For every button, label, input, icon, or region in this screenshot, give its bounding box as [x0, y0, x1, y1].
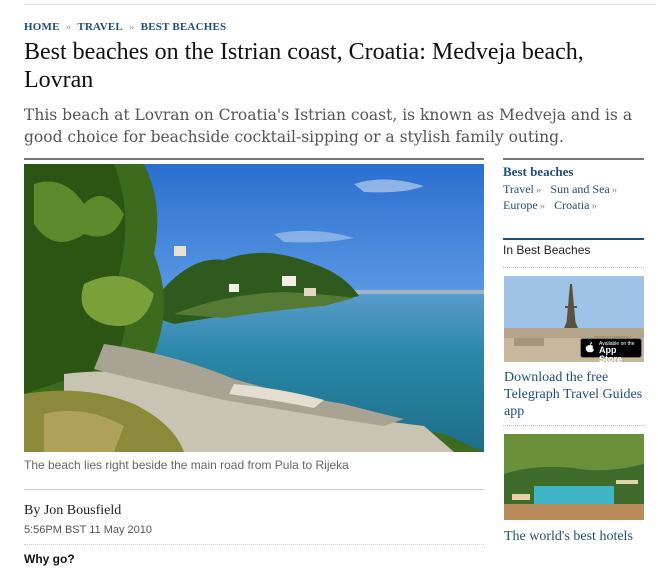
- breadcrumb-home[interactable]: HOME: [24, 21, 60, 33]
- badge-large-text: App Store: [599, 345, 623, 363]
- promo-image-hotels[interactable]: [504, 434, 644, 520]
- date-divider: [24, 544, 484, 545]
- tag-europe[interactable]: Europe»: [503, 198, 545, 212]
- sidebar-divider: [503, 158, 644, 160]
- tag-label: Europe: [503, 198, 538, 212]
- promo-link-hotels[interactable]: The world's best hotels: [504, 528, 644, 545]
- hero-image[interactable]: [24, 164, 484, 452]
- chevron-right-icon: »: [539, 200, 546, 212]
- image-caption: The beach lies right beside the main roa…: [24, 458, 349, 472]
- caption-divider: [24, 489, 484, 490]
- tag-croatia[interactable]: Croatia»: [554, 198, 597, 212]
- chevron-right-icon: »: [611, 184, 618, 196]
- standfirst: This beach at Lovran on Croatia's Istria…: [24, 106, 633, 146]
- sidebar-dotted-divider: [503, 267, 644, 268]
- article-divider: [24, 158, 484, 160]
- tag-list: Travel» Sun and Sea» Europe» Croatia»: [503, 182, 653, 214]
- breadcrumb: HOME » TRAVEL » BEST BEACHES: [24, 21, 226, 33]
- top-divider: [24, 4, 656, 5]
- page-title: Best beaches on the Istrian coast, Croat…: [24, 39, 584, 93]
- tag-travel[interactable]: Travel»: [503, 182, 541, 196]
- timestamp: 5:56PM BST 11 May 2010: [24, 524, 152, 536]
- tag-label: Sun and Sea: [550, 182, 610, 196]
- tag-sun-and-sea[interactable]: Sun and Sea»: [550, 182, 617, 196]
- section-heading: Why go?: [24, 552, 75, 566]
- breadcrumb-separator: »: [65, 21, 72, 33]
- apple-icon: [585, 342, 594, 353]
- breadcrumb-separator: »: [128, 21, 135, 33]
- byline: By Jon Bousfield: [24, 503, 122, 518]
- chevron-right-icon: »: [591, 200, 597, 212]
- breadcrumb-best-beaches[interactable]: BEST BEACHES: [141, 21, 227, 33]
- tag-label: Croatia: [554, 198, 590, 212]
- app-store-badge[interactable]: Available on the App Store: [580, 338, 642, 362]
- sidebar-dotted-divider: [503, 425, 644, 426]
- sidebar-tags-title[interactable]: Best beaches: [503, 164, 573, 180]
- sidebar-section-divider: [503, 238, 644, 240]
- chevron-right-icon: »: [535, 184, 542, 196]
- tag-label: Travel: [503, 182, 534, 196]
- promo-image-app[interactable]: Available on the App Store: [504, 276, 644, 362]
- breadcrumb-travel[interactable]: TRAVEL: [77, 21, 123, 33]
- promo-link-app[interactable]: Download the free Telegraph Travel Guide…: [504, 369, 644, 420]
- sidebar-section-title: In Best Beaches: [503, 243, 591, 257]
